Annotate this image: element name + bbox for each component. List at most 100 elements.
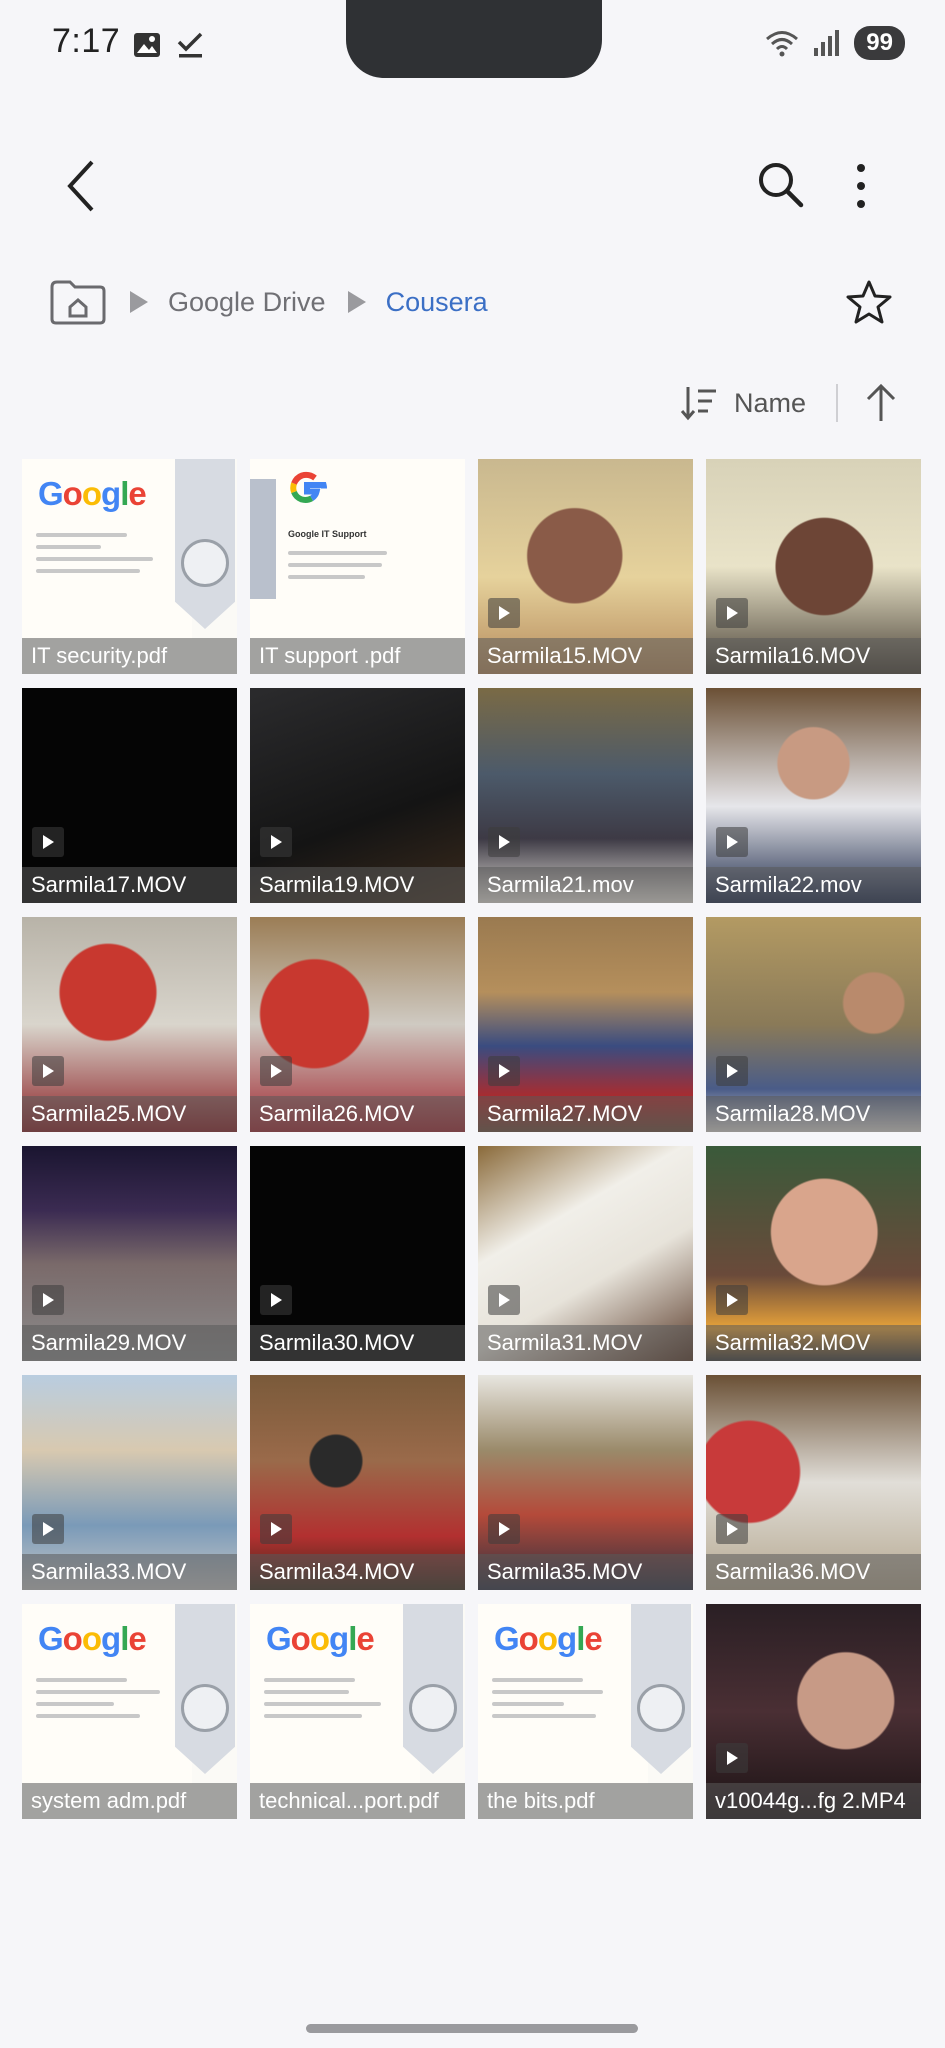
file-tile-video[interactable]: Sarmila36.MOV (706, 1375, 921, 1590)
certificate-title: Google IT Support (288, 529, 367, 539)
certificate-thumbnail (250, 459, 465, 639)
file-tile-video[interactable]: Sarmila33.MOV (22, 1375, 237, 1590)
file-tile-pdf[interactable]: Google IT Support IT support .pdf (250, 459, 465, 674)
google-logo: Google (38, 1620, 147, 1658)
file-name: Sarmila25.MOV (22, 1096, 237, 1132)
file-tile-video[interactable]: Sarmila35.MOV (478, 1375, 693, 1590)
file-grid: Google IT security.pdf Google IT Support… (22, 459, 924, 1819)
google-logo-letter: G (266, 1620, 292, 1657)
play-icon (716, 1743, 748, 1773)
play-icon (260, 827, 292, 857)
play-icon (260, 1514, 292, 1544)
star-icon[interactable] (844, 278, 894, 328)
play-icon (716, 598, 748, 628)
file-name: Sarmila16.MOV (706, 638, 921, 674)
file-name: Sarmila34.MOV (250, 1554, 465, 1590)
play-icon (488, 827, 520, 857)
file-tile-video[interactable]: Sarmila29.MOV (22, 1146, 237, 1361)
file-tile-pdf[interactable]: Google IT security.pdf (22, 459, 237, 674)
file-name: Sarmila36.MOV (706, 1554, 921, 1590)
file-name: v10044g...fg 2.MP4 (706, 1783, 921, 1819)
google-logo-letter: o (62, 475, 83, 512)
more-vert-icon[interactable] (846, 160, 876, 212)
certificate-seal (181, 539, 229, 587)
file-tile-video[interactable]: Sarmila32.MOV (706, 1146, 921, 1361)
file-tile-video[interactable]: Sarmila28.MOV (706, 917, 921, 1132)
file-tile-video[interactable]: Sarmila21.mov (478, 688, 693, 903)
file-name: technical...port.pdf (250, 1783, 465, 1819)
camera-notch (346, 0, 602, 78)
file-tile-pdf[interactable]: Google system adm.pdf (22, 1604, 237, 1819)
google-logo: Google (266, 1620, 375, 1658)
play-icon (488, 598, 520, 628)
google-logo-letter: o (62, 1620, 83, 1657)
check-icon (177, 32, 203, 58)
back-arrow-icon[interactable] (56, 156, 106, 216)
google-logo-letter: e (584, 1620, 602, 1657)
file-name: Sarmila15.MOV (478, 638, 693, 674)
play-icon (488, 1056, 520, 1086)
home-folder-icon[interactable] (48, 277, 108, 327)
play-icon (716, 827, 748, 857)
certificate-text-lines (492, 1678, 622, 1726)
sort-divider (836, 384, 839, 422)
file-name: Sarmila29.MOV (22, 1325, 237, 1361)
play-icon (488, 1514, 520, 1544)
file-tile-video[interactable]: Sarmila31.MOV (478, 1146, 693, 1361)
certificate-seal (409, 1684, 457, 1732)
sort-by-name-button[interactable]: Name (734, 388, 806, 419)
certificate-text-lines (36, 1678, 166, 1726)
file-name: Sarmila22.mov (706, 867, 921, 903)
status-bar: 7:17 99 (0, 0, 945, 90)
sort-icon[interactable] (680, 383, 720, 423)
file-tile-video[interactable]: Sarmila25.MOV (22, 917, 237, 1132)
file-tile-video[interactable]: v10044g...fg 2.MP4 (706, 1604, 921, 1819)
google-logo-letter: g (101, 1620, 121, 1657)
file-name: Sarmila26.MOV (250, 1096, 465, 1132)
file-name: Sarmila32.MOV (706, 1325, 921, 1361)
file-tile-video[interactable]: Sarmila30.MOV (250, 1146, 465, 1361)
play-icon (32, 1285, 64, 1315)
top-app-bar (0, 150, 945, 230)
breadcrumb-separator (347, 291, 366, 313)
image-icon (134, 33, 160, 57)
breadcrumb-google-drive[interactable]: Google Drive (168, 287, 326, 318)
play-icon (260, 1056, 292, 1086)
certificate-seal (637, 1684, 685, 1732)
file-name: Sarmila30.MOV (250, 1325, 465, 1361)
file-tile-video[interactable]: Sarmila16.MOV (706, 459, 921, 674)
file-tile-video[interactable]: Sarmila19.MOV (250, 688, 465, 903)
google-logo-letter: G (494, 1620, 520, 1657)
file-tile-video[interactable]: Sarmila22.mov (706, 688, 921, 903)
google-logo-letter: e (356, 1620, 374, 1657)
google-logo-letter: G (38, 1620, 64, 1657)
file-name: IT security.pdf (22, 638, 237, 674)
google-g-icon (290, 471, 327, 504)
play-icon (488, 1285, 520, 1315)
breadcrumb-separator (130, 291, 148, 313)
google-logo-letter: o (309, 1620, 330, 1657)
file-tile-video[interactable]: Sarmila26.MOV (250, 917, 465, 1132)
breadcrumb-current-folder[interactable]: Cousera (386, 287, 488, 318)
file-name: the bits.pdf (478, 1783, 693, 1819)
file-tile-video[interactable]: Sarmila27.MOV (478, 917, 693, 1132)
file-tile-pdf[interactable]: Google the bits.pdf (478, 1604, 693, 1819)
file-tile-pdf[interactable]: Google technical...port.pdf (250, 1604, 465, 1819)
file-tile-video[interactable]: Sarmila34.MOV (250, 1375, 465, 1590)
file-name: Sarmila35.MOV (478, 1554, 693, 1590)
google-logo-letter: o (290, 1620, 311, 1657)
arrow-up-icon[interactable] (864, 383, 898, 423)
file-name: Sarmila28.MOV (706, 1096, 921, 1132)
search-icon[interactable] (756, 160, 806, 210)
file-name: Sarmila21.mov (478, 867, 693, 903)
certificate-text-lines (36, 533, 166, 581)
file-name: Sarmila31.MOV (478, 1325, 693, 1361)
file-name: Sarmila27.MOV (478, 1096, 693, 1132)
play-icon (716, 1514, 748, 1544)
play-icon (32, 827, 64, 857)
home-indicator[interactable] (306, 2024, 638, 2033)
file-tile-video[interactable]: Sarmila15.MOV (478, 459, 693, 674)
play-icon (716, 1285, 748, 1315)
file-tile-video[interactable]: Sarmila17.MOV (22, 688, 237, 903)
file-name: Sarmila33.MOV (22, 1554, 237, 1590)
